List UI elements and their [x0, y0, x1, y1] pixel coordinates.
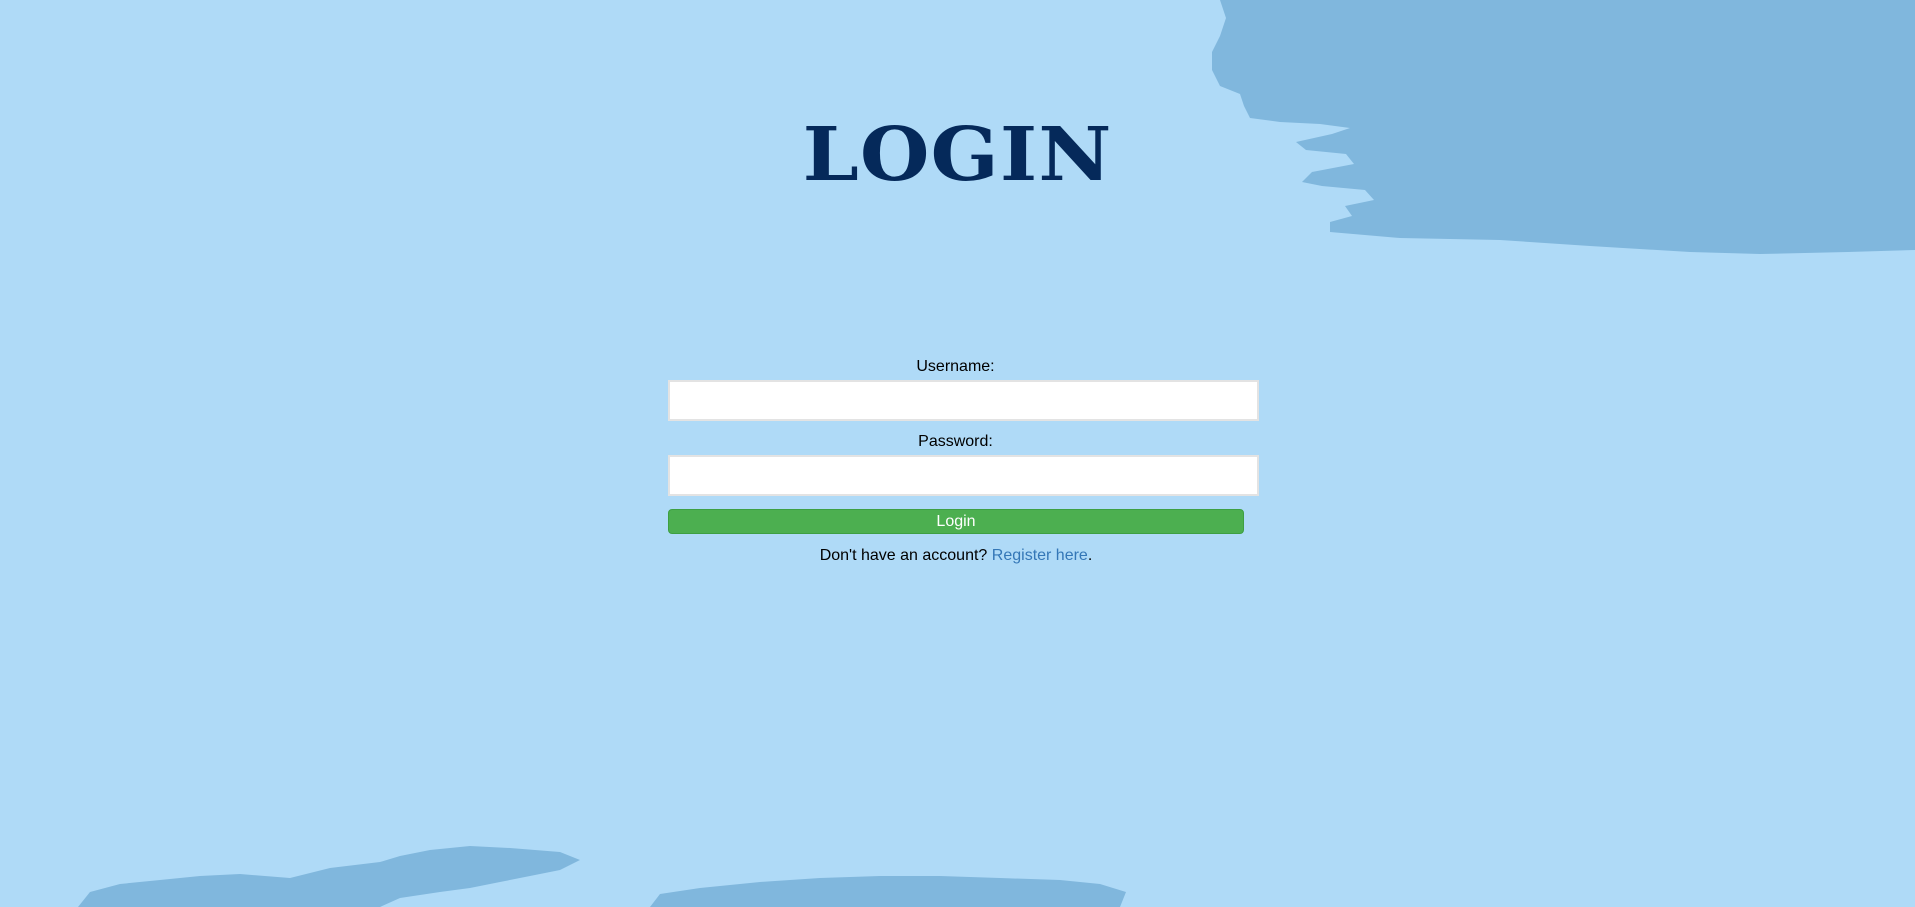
- bottom-left-brush-stroke: [78, 846, 580, 907]
- username-label: Username:: [916, 358, 995, 375]
- login-button[interactable]: Login: [668, 509, 1244, 534]
- register-link[interactable]: Register here: [992, 547, 1088, 564]
- register-suffix: .: [1087, 547, 1093, 564]
- password-label: Password:: [918, 433, 993, 450]
- register-prompt: Don't have an account? Register here.: [668, 546, 1244, 566]
- register-prompt-text: Don't have an account?: [819, 547, 988, 564]
- username-input[interactable]: [668, 380, 1259, 421]
- bottom-center-brush-stroke: [650, 876, 1126, 907]
- password-input[interactable]: [668, 455, 1259, 496]
- page-title: LOGIN: [802, 112, 1113, 198]
- login-form: Username: Password: Login Don't have an …: [668, 356, 1259, 566]
